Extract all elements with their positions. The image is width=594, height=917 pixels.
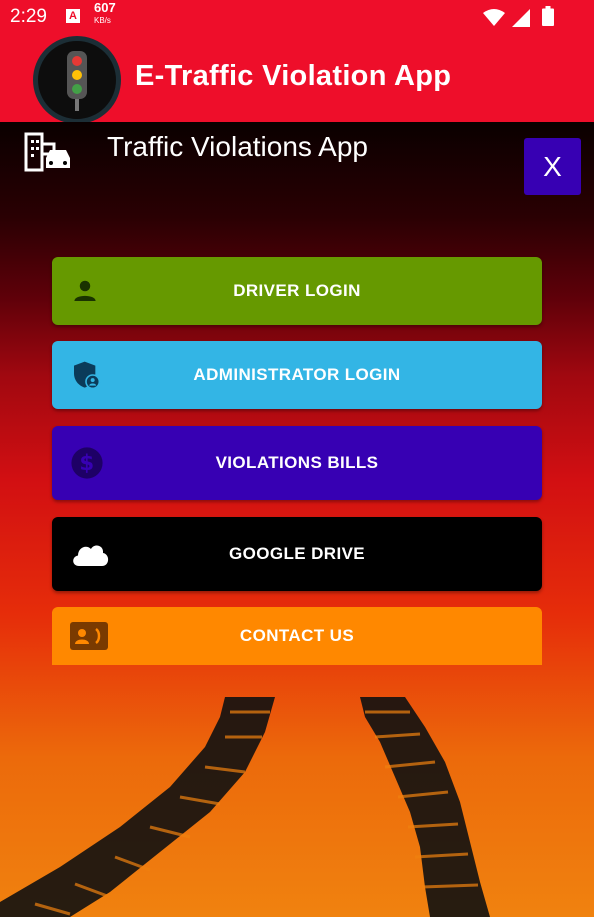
speed-unit: KB/s <box>94 16 111 25</box>
network-speed: 607 KB/s <box>94 0 116 26</box>
google-drive-label: GOOGLE DRIVE <box>228 544 366 563</box>
svg-text:$: $ <box>79 451 94 476</box>
app-title: E-Traffic Violation App <box>135 60 452 92</box>
page-header: Traffic Violations App X <box>0 122 594 202</box>
status-bar: 2:29 A 607 KB/s <box>0 0 594 34</box>
violations-bills-label: VIOLATIONS BILLS <box>215 453 379 472</box>
battery-icon <box>542 6 554 30</box>
notification-icon: A <box>66 9 80 23</box>
wifi-icon <box>482 8 505 26</box>
driver-login-button[interactable]: DRIVER LOGIN <box>52 257 542 325</box>
administrator-login-label: ADMINISTRATOR LOGIN <box>193 365 401 384</box>
administrator-login-button[interactable]: ADMINISTRATOR LOGIN <box>52 341 542 409</box>
city-car-icon <box>22 128 74 178</box>
close-button[interactable]: X <box>524 138 581 195</box>
page-subtitle: Traffic Violations App <box>107 131 368 162</box>
main-content: Traffic Violations App X DRIVER LOGIN AD… <box>0 122 594 917</box>
google-drive-button[interactable]: GOOGLE DRIVE <box>52 517 542 591</box>
contact-card-icon <box>70 622 108 650</box>
driver-login-label: DRIVER LOGIN <box>233 281 361 300</box>
status-time: 2:29 <box>10 6 47 27</box>
tire-tracks-image <box>0 697 490 917</box>
contact-us-label: CONTACT US <box>239 626 355 645</box>
contact-us-button[interactable]: CONTACT US <box>52 607 542 665</box>
admin-shield-icon <box>70 359 102 391</box>
app-bar: E-Traffic Violation App <box>0 34 594 124</box>
violations-bills-button[interactable]: $ VIOLATIONS BILLS <box>52 426 542 500</box>
status-icons <box>482 7 532 27</box>
signal-icon <box>512 8 530 27</box>
person-icon <box>70 276 100 306</box>
traffic-light-icon <box>33 36 121 124</box>
dollar-icon: $ <box>70 446 104 480</box>
speed-value: 607 <box>94 0 116 15</box>
cloud-icon <box>70 540 110 568</box>
